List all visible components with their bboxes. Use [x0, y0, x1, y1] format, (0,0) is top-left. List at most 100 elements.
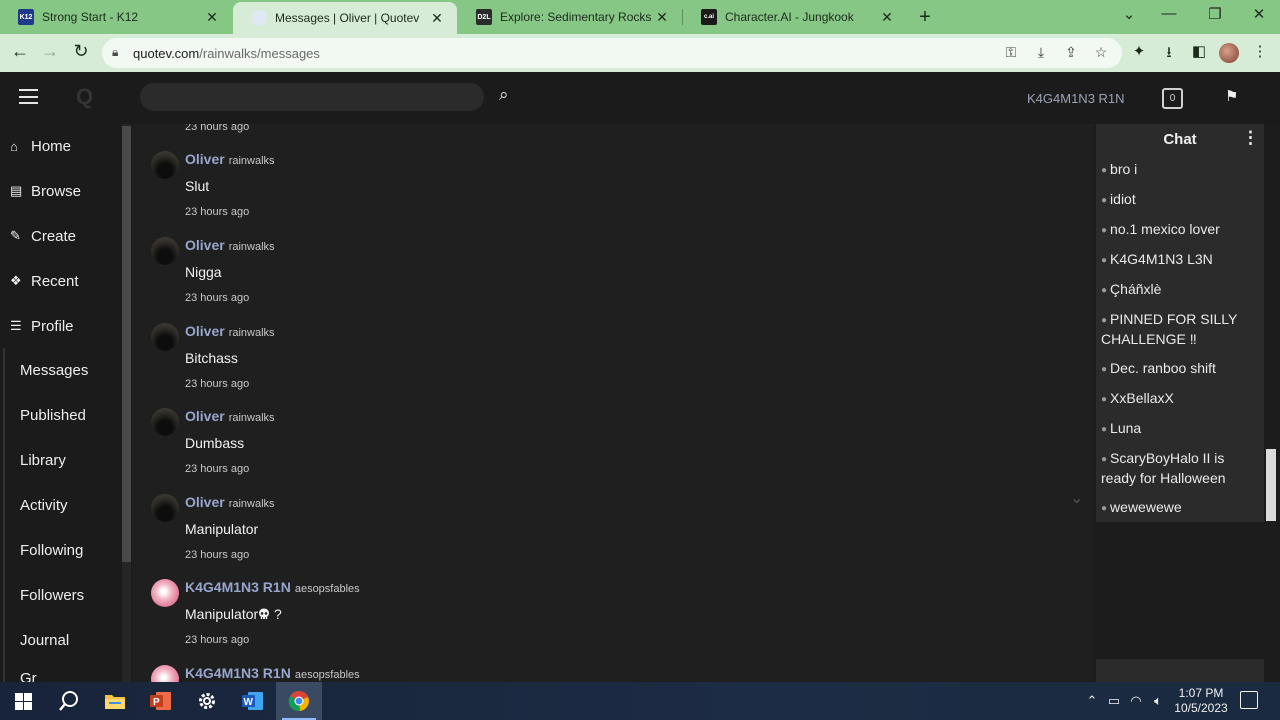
author-handle[interactable]: rainwalks: [229, 412, 275, 424]
sidebar-item-followers[interactable]: Followers: [0, 580, 122, 610]
sidebar-item-home[interactable]: ⌂ Home: [0, 131, 122, 161]
quotev-logo-icon[interactable]: Q: [76, 84, 93, 110]
message-author[interactable]: K4G4M1N3 R1N aesopsfables: [185, 579, 360, 595]
chat-room-item[interactable]: ● Luna: [1101, 419, 1263, 439]
author-name[interactable]: K4G4M1N3 R1N: [185, 579, 291, 595]
avatar[interactable]: [151, 665, 179, 682]
chat-room-item[interactable]: ● Dec. ranboo shift: [1101, 359, 1263, 379]
avatar[interactable]: [151, 323, 179, 351]
sidebar-item-browse[interactable]: ▤ Browse: [0, 176, 122, 206]
reload-icon[interactable]: ↻: [71, 41, 91, 62]
author-name[interactable]: K4G4M1N3 R1N: [185, 665, 291, 681]
browser-profile-avatar[interactable]: [1219, 43, 1239, 63]
message-author[interactable]: Oliver rainwalks: [185, 408, 275, 424]
word-icon[interactable]: W: [230, 682, 276, 720]
extensions-puzzle-icon[interactable]: ✦: [1129, 42, 1149, 60]
search-icon[interactable]: ⌕: [499, 85, 509, 105]
avatar[interactable]: [151, 237, 179, 265]
sidebar-item-groups[interactable]: Gr: [0, 670, 122, 682]
avatar[interactable]: [151, 494, 179, 522]
hamburger-menu-icon[interactable]: [19, 89, 38, 104]
message-author[interactable]: Oliver rainwalks: [185, 237, 275, 253]
tab-quotev-messages[interactable]: Messages | Oliver | Quotev ✕: [233, 2, 457, 34]
chevron-up-icon[interactable]: ⌃: [1084, 693, 1100, 709]
forward-arrow-icon[interactable]: →: [40, 41, 60, 62]
avatar[interactable]: [151, 579, 179, 607]
author-handle[interactable]: aesopsfables: [295, 583, 360, 595]
author-name[interactable]: Oliver: [185, 151, 225, 167]
file-explorer-icon[interactable]: [92, 682, 138, 720]
avatar[interactable]: [151, 408, 179, 436]
windows-start-icon[interactable]: [0, 682, 46, 720]
sidebar-item-published[interactable]: Published: [0, 400, 122, 430]
sidebar-item-profile[interactable]: ☰ Profile: [0, 311, 122, 341]
notification-center-icon[interactable]: [1240, 691, 1258, 709]
tab-d2l[interactable]: D2L Explore: Sedimentary Rocks ✕: [458, 0, 682, 34]
restore-icon[interactable]: ❐: [1205, 5, 1225, 23]
chat-room-item[interactable]: ● bro i: [1101, 160, 1263, 180]
author-name[interactable]: Oliver: [185, 237, 225, 253]
bookmark-star-icon[interactable]: ☆: [1092, 44, 1110, 61]
message-author[interactable]: Oliver rainwalks: [185, 494, 275, 510]
back-arrow-icon[interactable]: ←: [10, 41, 30, 62]
tab-k12[interactable]: K12 Strong Start - K12 ✕: [0, 0, 232, 34]
tab-character-ai[interactable]: c.ai Character.AI - Jungkook ✕: [683, 0, 907, 34]
install-app-icon[interactable]: ⤓: [1032, 44, 1050, 61]
search-icon[interactable]: [46, 682, 92, 720]
search-input[interactable]: [140, 83, 484, 111]
downloads-icon[interactable]: ⭳: [1159, 42, 1179, 67]
sidebar-scrollbar-thumb[interactable]: [122, 126, 131, 562]
chat-room-item[interactable]: ● XxBellaxX: [1101, 389, 1263, 409]
chat-input-bar[interactable]: [1096, 659, 1264, 682]
battery-icon[interactable]: ▭: [1106, 693, 1122, 709]
volume-icon[interactable]: 🔈︎: [1150, 693, 1166, 709]
chat-room-item[interactable]: ● wewewewe: [1101, 498, 1263, 518]
chat-room-item[interactable]: ● Çháñxlè: [1101, 280, 1263, 300]
sidebar-item-messages[interactable]: Messages: [0, 355, 122, 385]
chat-room-item[interactable]: ● ScaryBoyHalo II is ready for Halloween: [1101, 449, 1263, 488]
chat-scrollbar-thumb[interactable]: [1266, 449, 1276, 521]
browser-menu-icon[interactable]: ⋮: [1250, 42, 1270, 60]
minimize-icon[interactable]: —: [1159, 5, 1179, 22]
author-name[interactable]: Oliver: [185, 408, 225, 424]
address-bar[interactable]: 🔒︎ quotev.com/rainwalks/messages ⚿ ⤓ ⇪ ☆: [102, 38, 1122, 68]
chevron-down-icon[interactable]: ⌄: [1070, 488, 1083, 508]
taskbar-clock[interactable]: 1:07 PM 10/5/2023: [1166, 686, 1236, 716]
flag-icon[interactable]: ⚑: [1225, 87, 1238, 105]
tab-search-chevron-icon[interactable]: ⌄: [1119, 5, 1139, 23]
close-icon[interactable]: ✕: [429, 10, 445, 27]
settings-gear-icon[interactable]: [184, 682, 230, 720]
wifi-icon[interactable]: ◠: [1128, 693, 1144, 709]
sidebar-item-activity[interactable]: Activity: [0, 490, 122, 520]
chat-room-item[interactable]: ● idiot: [1101, 190, 1263, 210]
url-text[interactable]: quotev.com/rainwalks/messages: [133, 46, 320, 61]
chat-room-item[interactable]: ● no.1 mexico lover: [1101, 220, 1263, 240]
share-icon[interactable]: ⇪: [1062, 44, 1080, 61]
header-username[interactable]: K4G4M1N3 R1N: [1027, 91, 1125, 106]
close-icon[interactable]: ✕: [654, 9, 670, 26]
chrome-icon[interactable]: [276, 682, 322, 720]
author-handle[interactable]: rainwalks: [229, 498, 275, 510]
message-author[interactable]: K4G4M1N3 R1N aesopsfables: [185, 665, 360, 681]
window-close-icon[interactable]: ✕: [1249, 5, 1269, 23]
message-author[interactable]: Oliver rainwalks: [185, 323, 275, 339]
chat-room-item[interactable]: ● K4G4M1N3 L3N: [1101, 250, 1263, 270]
close-icon[interactable]: ✕: [204, 9, 220, 26]
key-icon[interactable]: ⚿: [1002, 44, 1020, 61]
more-vertical-icon[interactable]: ⋮: [1242, 128, 1259, 148]
message-author[interactable]: Oliver rainwalks: [185, 151, 275, 167]
author-handle[interactable]: rainwalks: [229, 155, 275, 167]
sidebar-item-create[interactable]: ✎ Create: [0, 221, 122, 251]
author-handle[interactable]: rainwalks: [229, 327, 275, 339]
avatar[interactable]: [151, 151, 179, 179]
close-icon[interactable]: ✕: [879, 9, 895, 26]
side-panel-icon[interactable]: ◧: [1189, 42, 1209, 60]
sidebar-item-library[interactable]: Library: [0, 445, 122, 475]
chat-room-item[interactable]: ● PINNED FOR SILLY CHALLENGE ‼: [1101, 310, 1263, 349]
author-name[interactable]: Oliver: [185, 323, 225, 339]
powerpoint-icon[interactable]: P: [138, 682, 184, 720]
author-handle[interactable]: aesopsfables: [295, 669, 360, 681]
sidebar-item-recent[interactable]: ❖ Recent: [0, 266, 122, 296]
sidebar-item-following[interactable]: Following: [0, 535, 122, 565]
new-tab-plus-icon[interactable]: +: [915, 6, 935, 29]
